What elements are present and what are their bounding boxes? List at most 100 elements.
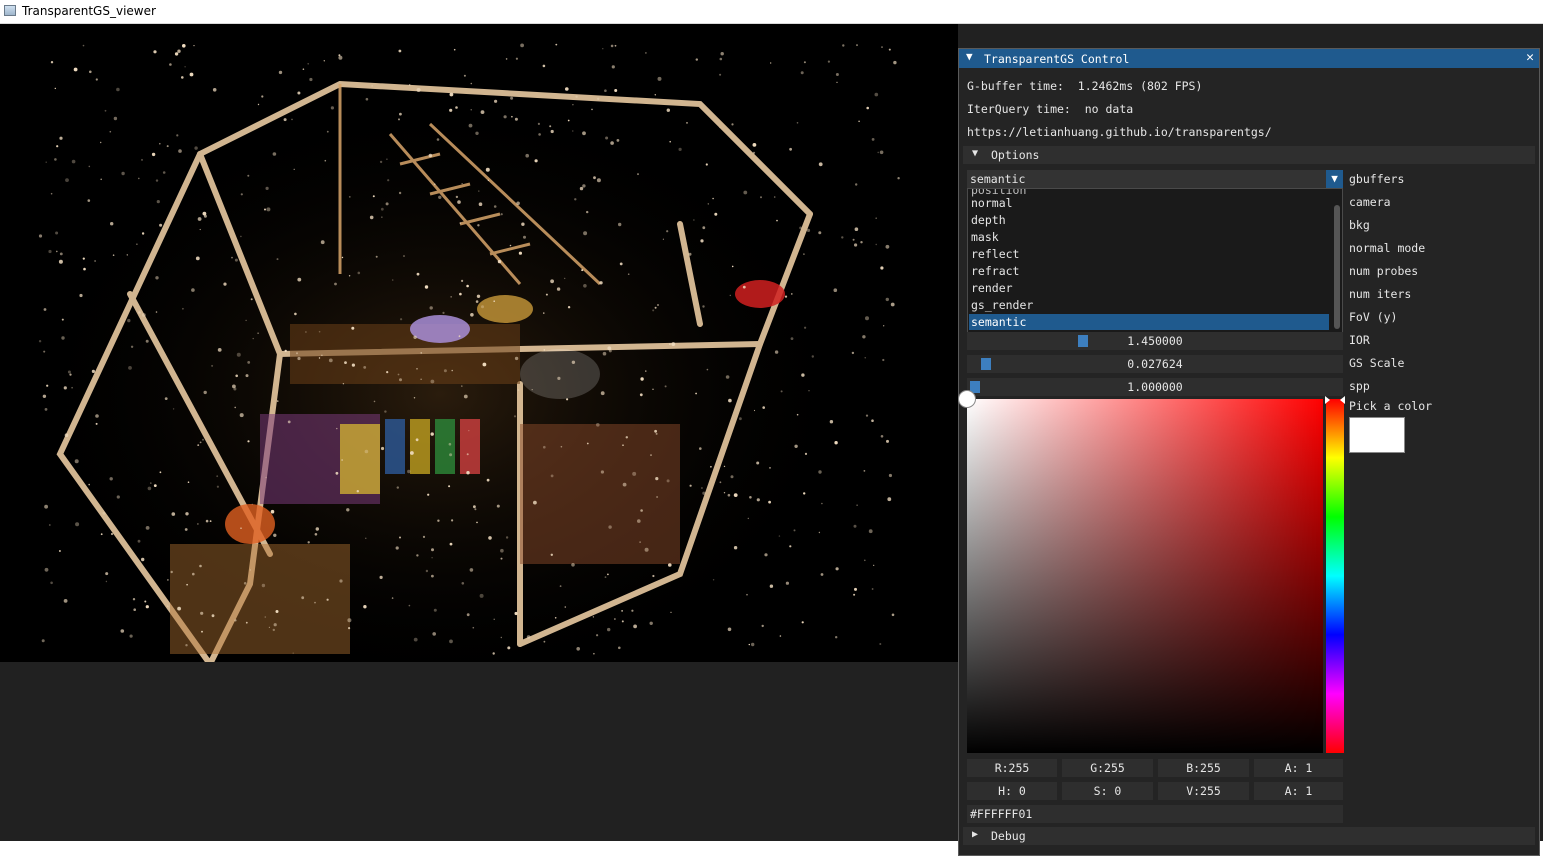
gaussian-point (273, 623, 277, 627)
dropdown-item-render[interactable]: render (971, 280, 1329, 296)
green-field[interactable]: G:255 (1062, 759, 1153, 777)
gaussian-point (670, 611, 672, 613)
gaussian-point (500, 213, 503, 216)
gaussian-point (655, 432, 658, 435)
gaussian-point (880, 435, 884, 438)
gaussian-point (443, 369, 447, 373)
gbuffers-combo[interactable]: semantic ▼ (967, 170, 1343, 188)
dropdown-item-gs-render[interactable]: gs_render (971, 297, 1329, 313)
gaussian-point (278, 70, 283, 75)
gaussian-point (631, 609, 634, 612)
gaussian-point (645, 52, 647, 54)
gaussian-point (497, 259, 502, 264)
gaussian-point (509, 244, 512, 247)
gaussian-point (100, 533, 103, 536)
gaussian-point (265, 476, 267, 479)
gaussian-point (371, 85, 373, 87)
panel-header[interactable]: ▼ TransparentGS Control ✕ (959, 49, 1539, 68)
gaussian-point (235, 374, 238, 378)
gaussian-point (363, 605, 367, 609)
gaussian-point (885, 297, 889, 302)
gaussian-point (398, 49, 402, 53)
gaussian-point (449, 639, 453, 644)
app-icon (4, 5, 16, 16)
gs-scale-slider[interactable]: 0.027624 (967, 355, 1343, 373)
gaussian-point (448, 485, 451, 488)
spp-slider[interactable]: 1.000000 (967, 378, 1343, 396)
gaussian-point (177, 49, 181, 53)
gaussian-point (555, 43, 558, 46)
alpha-field[interactable]: A: 1 (1254, 759, 1343, 777)
gaussian-point (64, 433, 69, 438)
collapse-triangle-icon[interactable]: ▼ (966, 50, 973, 63)
gaussian-point (130, 345, 134, 348)
gbuffers-dropdown[interactable]: position normal depth mask reflect refra… (967, 188, 1343, 334)
gaussian-point (537, 122, 541, 125)
blue-field[interactable]: B:255 (1158, 759, 1249, 777)
gaussian-point (432, 632, 437, 636)
gaussian-point (720, 52, 724, 56)
dropdown-scrollbar[interactable] (1334, 205, 1340, 329)
gaussian-point (688, 252, 692, 256)
close-icon[interactable]: ✕ (1526, 50, 1534, 65)
dropdown-item-depth[interactable]: depth (971, 212, 1329, 228)
hue-field[interactable]: H: 0 (967, 782, 1057, 800)
gaussian-point (297, 91, 301, 95)
gaussian-point (137, 539, 141, 543)
gaussian-point (494, 99, 498, 103)
color-swatch[interactable] (1349, 417, 1405, 453)
gaussian-point (110, 532, 114, 536)
gaussian-point (794, 444, 798, 448)
gaussian-point (296, 352, 298, 355)
gaussian-point (171, 512, 176, 516)
hue-bar[interactable] (1325, 396, 1345, 753)
gaussian-point (478, 202, 483, 206)
gaussian-point (391, 597, 394, 599)
gaussian-point (785, 581, 790, 585)
value-field[interactable]: V:255 (1158, 782, 1249, 800)
gaussian-point (159, 142, 161, 145)
dropdown-item-normal[interactable]: normal (971, 195, 1329, 211)
gs-scale-value: 0.027624 (1127, 357, 1183, 371)
combo-arrow-icon[interactable]: ▼ (1326, 170, 1343, 188)
gaussian-point (493, 205, 497, 208)
gaussian-point (243, 582, 247, 585)
gaussian-point (416, 272, 420, 276)
gaussian-point (424, 285, 429, 289)
gaussian-point (365, 537, 367, 539)
debug-section-header[interactable]: ▶ Debug (963, 827, 1535, 845)
dropdown-item-semantic[interactable]: semantic (969, 314, 1329, 330)
point-cloud-scene[interactable] (0, 24, 958, 662)
red-field[interactable]: R:255 (967, 759, 1057, 777)
gaussian-point (50, 192, 53, 195)
gaussian-point (543, 445, 546, 449)
gaussian-point (543, 640, 546, 643)
gaussian-point (336, 427, 338, 430)
dropdown-item-reflect[interactable]: reflect (971, 246, 1329, 262)
gaussian-point (753, 409, 756, 412)
control-panel[interactable]: ▼ TransparentGS Control ✕ G-buffer time:… (958, 48, 1540, 856)
gaussian-point (625, 436, 628, 439)
gaussian-point (474, 508, 477, 511)
dropdown-item-refract[interactable]: refract (971, 263, 1329, 279)
gaussian-point (477, 224, 480, 227)
gaussian-point (554, 617, 557, 619)
gaussian-point (324, 159, 327, 162)
gaussian-point (860, 241, 863, 244)
hex-field[interactable]: #FFFFFF01 (967, 805, 1343, 823)
gaussian-point (430, 432, 434, 436)
saturation-field[interactable]: S: 0 (1062, 782, 1153, 800)
gaussian-point (189, 72, 194, 77)
render-viewport[interactable]: ▼ TransparentGS Control ✕ G-buffer time:… (0, 24, 1543, 856)
dropdown-item-mask[interactable]: mask (971, 229, 1329, 245)
options-section-header[interactable]: ▼ Options (963, 146, 1535, 164)
saturation-value-square[interactable] (967, 399, 1323, 753)
gaussian-point (856, 504, 858, 506)
alpha-field-hsv[interactable]: A: 1 (1254, 782, 1343, 800)
gaussian-point (437, 519, 440, 522)
gaussian-point (416, 88, 421, 92)
ior-slider[interactable]: 1.450000 (967, 332, 1343, 350)
color-picker-cursor[interactable] (958, 390, 976, 408)
gaussian-point (112, 254, 115, 256)
color-picker[interactable] (958, 390, 1323, 753)
